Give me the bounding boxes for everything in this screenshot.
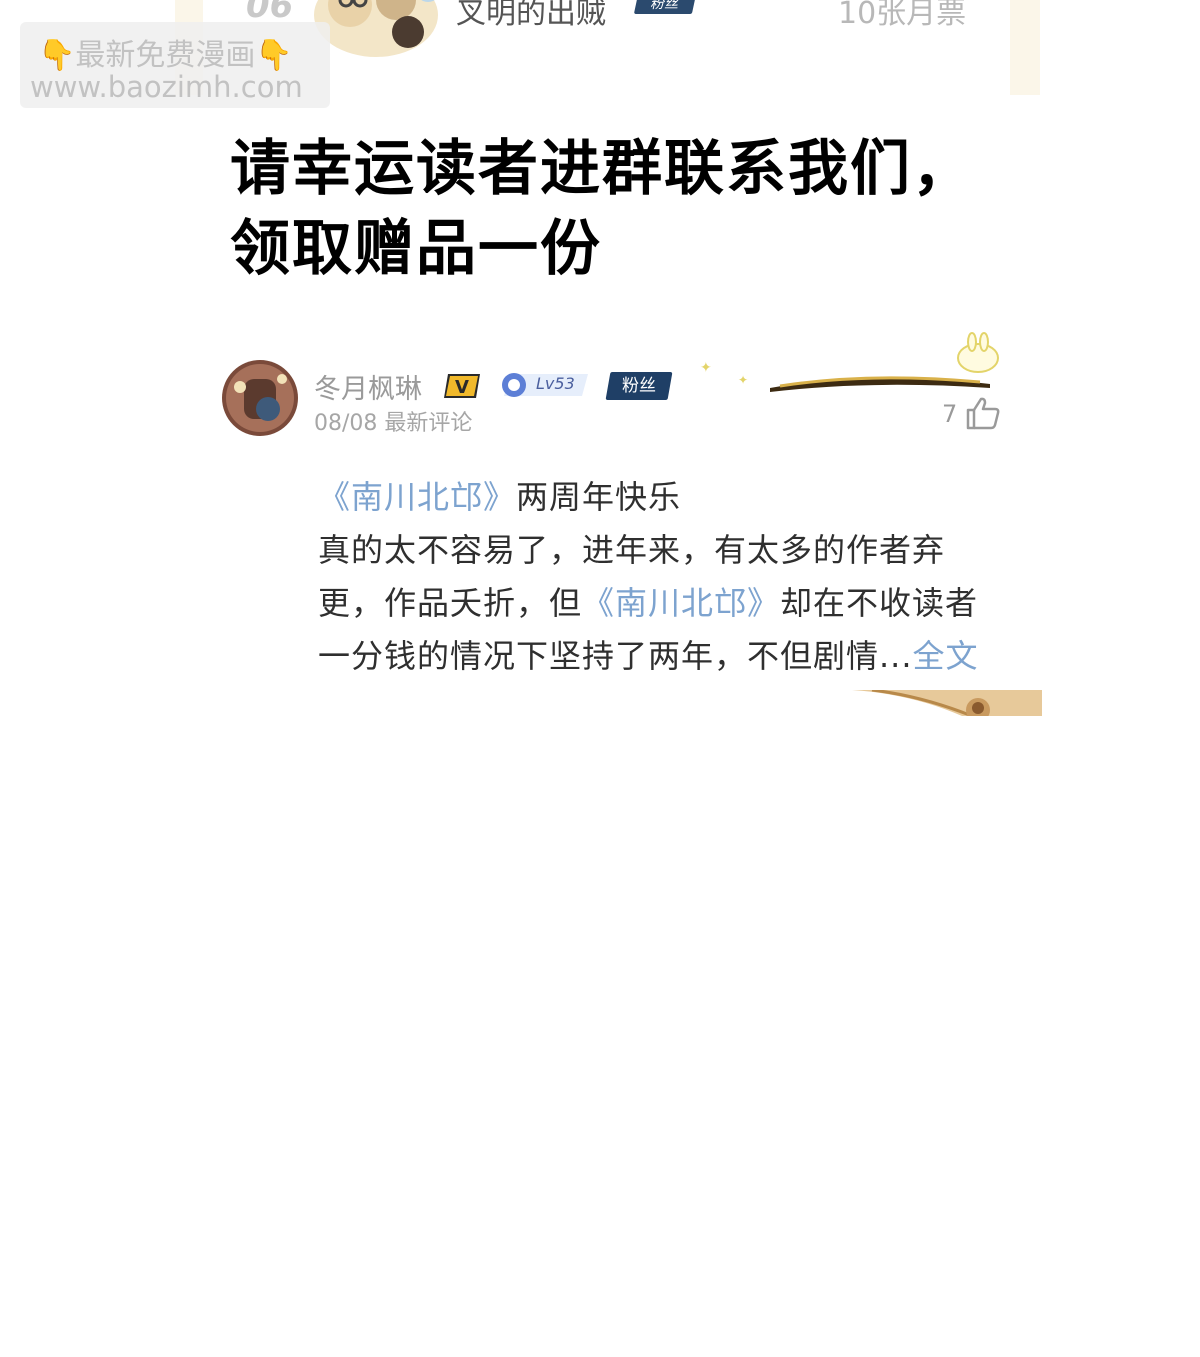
watermark: 👇最新免费漫画👇 www.baozimh.com	[20, 22, 330, 108]
fan-badge-label: 粉丝	[622, 376, 656, 396]
card-edge-right	[1010, 0, 1040, 95]
svg-text:✦: ✦	[700, 360, 712, 376]
rank-username[interactable]: 叉明的出贼	[456, 0, 606, 32]
notice-line-1: 请幸运读者进群联系我们，	[230, 134, 974, 204]
comment-line-3-pre: 更，作品夭折，但	[318, 584, 583, 622]
full-text-link[interactable]: 全文	[913, 637, 979, 675]
comment-line-2: 真的太不容易了，进年来，有太多的作者弃	[318, 531, 946, 569]
commenter-avatar[interactable]	[218, 357, 302, 439]
title-link-inline[interactable]: 《南川北邙》	[582, 584, 780, 622]
decorative-rabbit-banner: ✦ ✦	[700, 332, 999, 392]
vip-label: V	[455, 377, 469, 398]
comment-line-3-post: 却在不收读者	[780, 584, 979, 622]
comment-meta: 08/08 最新评论	[314, 405, 472, 437]
comment-line-4: 一分钱的情况下坚持了两年，不但剧情...全文	[318, 631, 979, 677]
next-card-decor	[852, 690, 1042, 716]
thumbs-up-icon[interactable]	[964, 396, 1000, 430]
comment-date: 08/08	[314, 411, 378, 436]
title-link[interactable]: 《南川北邙》	[318, 478, 516, 516]
like-count: 7	[942, 400, 958, 428]
fan-badge: 粉丝	[605, 372, 673, 400]
comment-tag: 最新评论	[384, 411, 473, 436]
watermark-title: 👇最新免费漫画👇	[38, 38, 293, 73]
commenter-username[interactable]: 冬月枫琳	[314, 367, 422, 406]
level-label: Lv53	[536, 374, 575, 393]
notice-line-2: 领取赠品一份	[230, 214, 602, 284]
watermark-url: www.baozimh.com	[30, 70, 303, 104]
svg-text:✦: ✦	[738, 373, 748, 387]
rank-ticket-count: 10张月票	[838, 0, 967, 31]
rank-fan-badge: 粉丝	[633, 0, 697, 14]
comment-line-1: 《南川北邙》两周年快乐	[318, 472, 681, 518]
vip-icon: V	[444, 374, 480, 398]
comment-line-4-text: 一分钱的情况下坚持了两年，不但剧情...	[318, 637, 913, 675]
comment-line-1-text: 两周年快乐	[516, 478, 682, 516]
comment-line-3: 更，作品夭折，但《南川北邙》却在不收读者	[318, 578, 978, 624]
